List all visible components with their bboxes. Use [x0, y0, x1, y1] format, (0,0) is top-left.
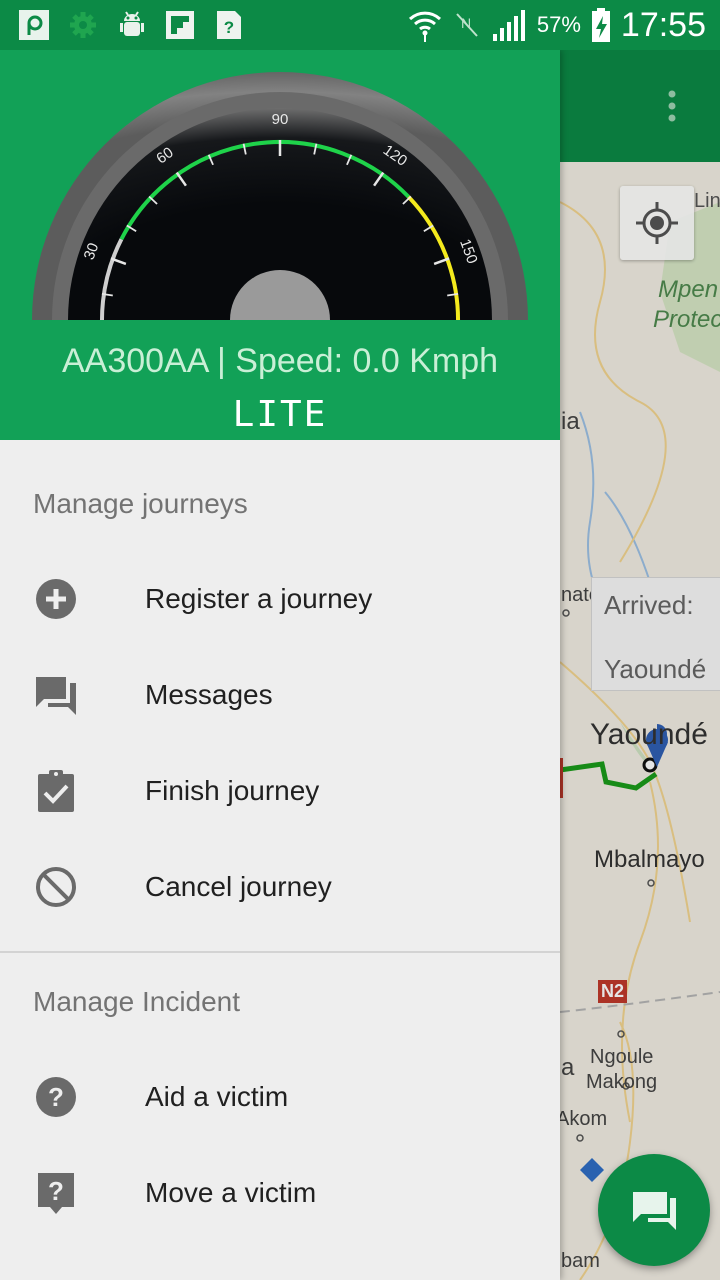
menu-item-messages[interactable]: Messages — [0, 649, 560, 745]
menu-item-aid-victim[interactable]: ? Aid a victim — [0, 1051, 560, 1147]
map-label-city: Yaoundé — [590, 718, 708, 751]
navigation-drawer: 0306090120150180 AA300AA | Speed: 0.0 Km… — [0, 50, 560, 1280]
battery-percent: 57% — [536, 12, 581, 37]
menu-item-register-journey[interactable]: Register a journey — [0, 553, 560, 649]
no-signal-icon: N — [456, 13, 478, 37]
status-bar: ? N 57% 17:55 — [0, 0, 720, 50]
map-label: a — [561, 1054, 575, 1081]
app-bar — [560, 50, 720, 162]
menu-item-label: Messages — [145, 679, 273, 710]
overflow-menu-icon[interactable] — [660, 88, 684, 128]
flipboard-icon — [166, 11, 194, 39]
menu-item-label: Register a journey — [145, 583, 373, 614]
map-label: bam — [561, 1250, 600, 1272]
unknown-file-icon: ? — [217, 11, 241, 39]
map-label: ia — [561, 408, 580, 435]
info-window-status: Arrived: — [604, 590, 694, 620]
map-label: Lin — [694, 190, 720, 212]
gauge-tick-label: 90 — [272, 111, 289, 128]
section-divider — [0, 951, 560, 953]
forum-icon — [633, 1192, 676, 1230]
clock: 17:55 — [620, 5, 706, 44]
add-circle-icon — [36, 579, 76, 619]
chat-fab[interactable] — [598, 1154, 710, 1266]
map-label: Ngoule — [590, 1046, 654, 1068]
menu-item-move-victim[interactable]: ? Move a victim — [0, 1147, 560, 1243]
map-label: Makong — [586, 1071, 658, 1093]
map-label: Protec — [653, 306, 720, 333]
wifi-icon — [408, 11, 441, 42]
gear-icon — [70, 12, 96, 38]
map-info-window[interactable]: Arrived: Yaoundé — [591, 577, 720, 691]
drawer-header: 0306090120150180 AA300AA | Speed: 0.0 Km… — [0, 50, 560, 440]
help-circle-icon: ? — [36, 1077, 76, 1117]
map-label: Akom — [556, 1108, 608, 1130]
menu-item-cancel-journey[interactable]: Cancel journey — [0, 841, 560, 937]
block-icon — [36, 867, 76, 907]
speedometer-gauge: 0306090120150180 — [32, 72, 528, 320]
svg-text:?: ? — [48, 1176, 64, 1206]
edition-label: LITE — [232, 394, 328, 435]
menu-item-label: Aid a victim — [145, 1081, 289, 1112]
map-label: Mpen — [658, 276, 719, 303]
road-shield-label: N2 — [598, 980, 628, 1003]
svg-text:?: ? — [48, 1082, 64, 1112]
menu-item-label: Finish journey — [145, 775, 320, 806]
svg-text:?: ? — [224, 18, 234, 37]
map-label: Mbalmayo — [594, 846, 705, 873]
android-debug-icon — [120, 11, 144, 36]
clipboard-check-icon — [38, 770, 74, 812]
menu-item-label: Cancel journey — [145, 871, 332, 902]
menu-item-label: Move a victim — [145, 1177, 317, 1208]
battery-charging-icon — [591, 8, 610, 42]
cell-signal-icon — [492, 10, 525, 41]
crosshair-icon — [636, 202, 678, 244]
vehicle-speed-text: AA300AA | Speed: 0.0 Kmph — [61, 342, 499, 380]
section-title-incident: Manage Incident — [33, 986, 241, 1017]
menu-item-finish-journey[interactable]: Finish journey — [0, 745, 560, 841]
info-window-place: Yaoundé — [604, 654, 707, 684]
section-title-journeys: Manage journeys — [33, 488, 248, 519]
help-bubble-icon: ? — [38, 1173, 74, 1214]
my-location-button[interactable] — [620, 186, 694, 260]
p-app-icon — [19, 10, 49, 40]
forum-icon — [36, 677, 76, 715]
